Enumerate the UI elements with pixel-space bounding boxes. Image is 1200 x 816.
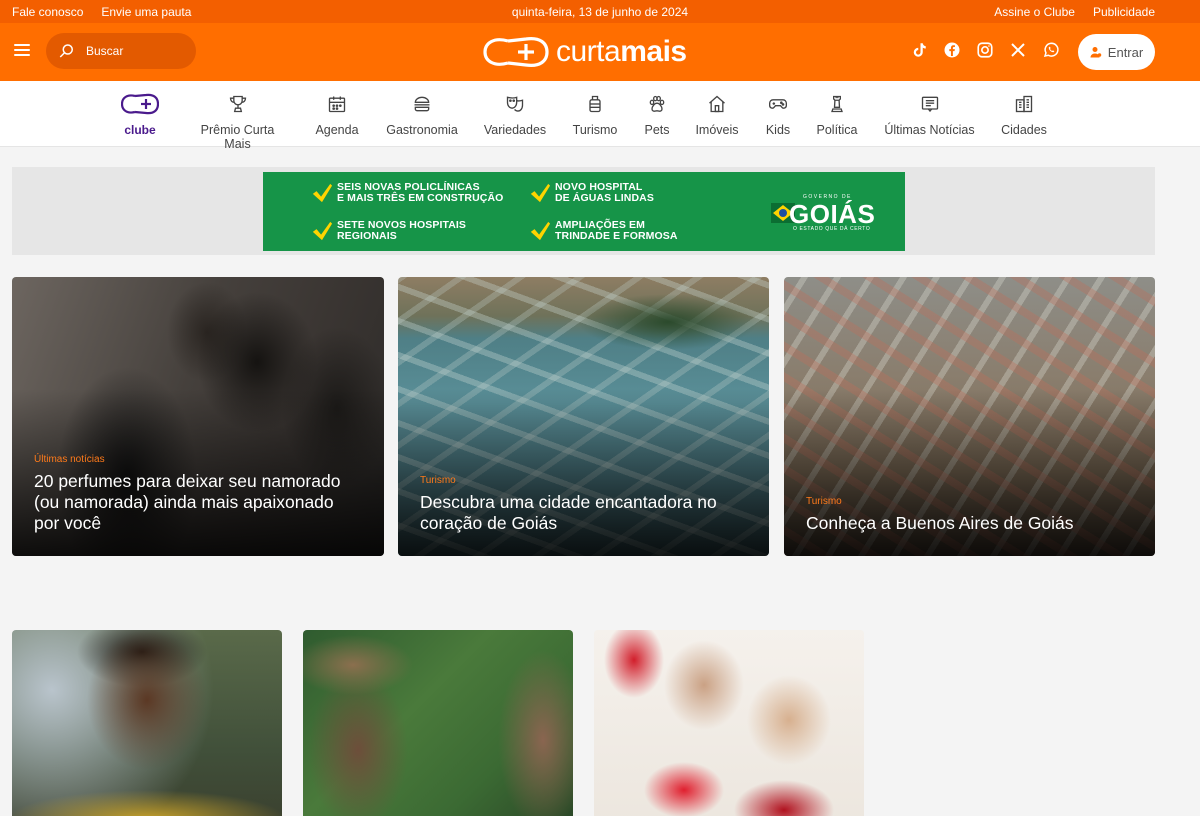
- nav-label-turismo: Turismo: [572, 123, 618, 137]
- nav-item-pets[interactable]: Pets: [642, 93, 672, 137]
- search-placeholder: Buscar: [86, 44, 124, 58]
- calendar-icon: [328, 96, 346, 113]
- social-links: [910, 41, 1060, 59]
- ad-banner-area: SEIS NOVAS POLICLÍNICAS E MAIS TRÊS EM CO…: [12, 167, 1155, 255]
- nav-item-premio[interactable]: Prêmio Curta Mais: [186, 93, 289, 151]
- facebook-icon[interactable]: [943, 41, 961, 59]
- top-bar-right-links: Assine o Clube Publicidade: [994, 5, 1155, 19]
- nav-item-variedades[interactable]: Variedades: [483, 93, 547, 137]
- banner-item: SEIS NOVAS POLICLÍNICAS E MAIS TRÊS EM CO…: [311, 182, 503, 204]
- article-card-image[interactable]: [594, 630, 864, 816]
- ad-banner-goias[interactable]: SEIS NOVAS POLICLÍNICAS E MAIS TRÊS EM CO…: [263, 172, 905, 251]
- checkmark-icon: [530, 221, 551, 241]
- nav-label-agenda: Agenda: [315, 123, 359, 137]
- nav-label-clube: clube: [124, 123, 156, 137]
- nav-label-cidades: Cidades: [1001, 123, 1047, 137]
- nav-item-politica[interactable]: Política: [815, 93, 859, 137]
- featured-card[interactable]: Últimas notícias 20 perfumes para deixar…: [12, 277, 384, 556]
- main-header: Buscar curtamais Entrar: [0, 23, 1200, 81]
- checkmark-icon: [530, 183, 551, 203]
- burger-icon: [414, 96, 430, 112]
- featured-card[interactable]: Turismo Conheça a Buenos Aires de Goiás: [784, 277, 1155, 556]
- nav-label-premio: Prêmio Curta Mais: [200, 123, 275, 151]
- paw-icon: [649, 95, 665, 112]
- featured-card[interactable]: Turismo Descubra uma cidade encantadora …: [398, 277, 769, 556]
- card-title: 20 perfumes para deixar seu namorado (ou…: [34, 471, 341, 533]
- whatsapp-icon[interactable]: [1042, 41, 1060, 59]
- article-card-image[interactable]: [12, 630, 282, 816]
- menu-icon[interactable]: [14, 44, 30, 58]
- nav-item-turismo[interactable]: Turismo: [570, 93, 620, 137]
- nav-label-politica: Política: [816, 123, 858, 137]
- instagram-icon[interactable]: [976, 41, 994, 59]
- advertising-link[interactable]: Publicidade: [1093, 5, 1155, 19]
- card-title: Descubra uma cidade encantadora no coraç…: [420, 492, 717, 533]
- category-nav: clube Prêmio Curta Mais Agenda Gastronom…: [0, 81, 1200, 151]
- nav-label-ultimas-noticias: Últimas Notícias: [884, 123, 975, 137]
- nav-item-imoveis[interactable]: Imóveis: [694, 93, 740, 137]
- card-category: Turismo: [420, 475, 456, 486]
- logo-wordmark: curtamais: [556, 35, 687, 68]
- site-logo[interactable]: curtamais: [482, 33, 692, 71]
- card-category: Turismo: [806, 496, 842, 507]
- house-icon: [709, 95, 725, 113]
- curtamais-logo-icon: [483, 37, 549, 67]
- card-title: Conheça a Buenos Aires de Goiás: [806, 513, 1074, 533]
- login-button[interactable]: Entrar: [1078, 34, 1155, 70]
- goias-logo: GOVERNO DE GOIÁS O ESTADO QUE DÁ CERTO: [771, 194, 881, 233]
- card-category: Últimas notícias: [34, 454, 105, 465]
- nav-label-pets: Pets: [644, 123, 670, 137]
- clube-icon: [121, 93, 159, 115]
- nav-item-clube[interactable]: clube: [114, 93, 166, 137]
- buildings-icon: [1015, 95, 1033, 113]
- nav-label-variedades: Variedades: [483, 123, 547, 137]
- news-icon: [921, 96, 938, 113]
- tiktok-icon[interactable]: [910, 41, 928, 59]
- nav-item-ultimas-noticias[interactable]: Últimas Notícias: [883, 93, 976, 137]
- banner-item: SETE NOVOS HOSPITAIS REGIONAIS: [311, 220, 466, 242]
- checkmark-icon: [312, 183, 333, 203]
- login-label: Entrar: [1107, 44, 1144, 60]
- checkmark-icon: [312, 221, 333, 241]
- nav-item-gastronomia[interactable]: Gastronomia: [384, 93, 460, 137]
- user-icon: [1090, 47, 1102, 58]
- brand-slogan: O ESTADO QUE DÁ CERTO: [793, 226, 871, 232]
- gamepad-icon: [769, 99, 787, 109]
- search-icon: [59, 44, 73, 58]
- nav-label-imoveis: Imóveis: [695, 123, 739, 137]
- luggage-icon: [589, 95, 601, 113]
- masks-icon: [506, 96, 524, 112]
- nav-item-agenda[interactable]: Agenda: [313, 93, 361, 137]
- top-bar: Fale conosco Envie uma pauta quinta-feir…: [0, 0, 1200, 23]
- nav-item-cidades[interactable]: Cidades: [999, 93, 1049, 137]
- x-icon[interactable]: [1009, 41, 1027, 59]
- search-input[interactable]: Buscar: [46, 33, 196, 69]
- article-card-image[interactable]: [303, 630, 573, 816]
- nav-item-kids[interactable]: Kids: [763, 93, 793, 137]
- nav-label-kids: Kids: [765, 123, 791, 137]
- subscribe-club-link[interactable]: Assine o Clube: [994, 5, 1075, 19]
- trophy-icon: [229, 95, 246, 113]
- nav-label-gastronomia: Gastronomia: [386, 123, 458, 137]
- banner-item: NOVO HOSPITAL DE ÁGUAS LINDAS: [529, 182, 654, 204]
- chess-icon: [831, 95, 843, 113]
- banner-item: AMPLIAÇÕES EM TRINDADE E FORMOSA: [529, 220, 678, 242]
